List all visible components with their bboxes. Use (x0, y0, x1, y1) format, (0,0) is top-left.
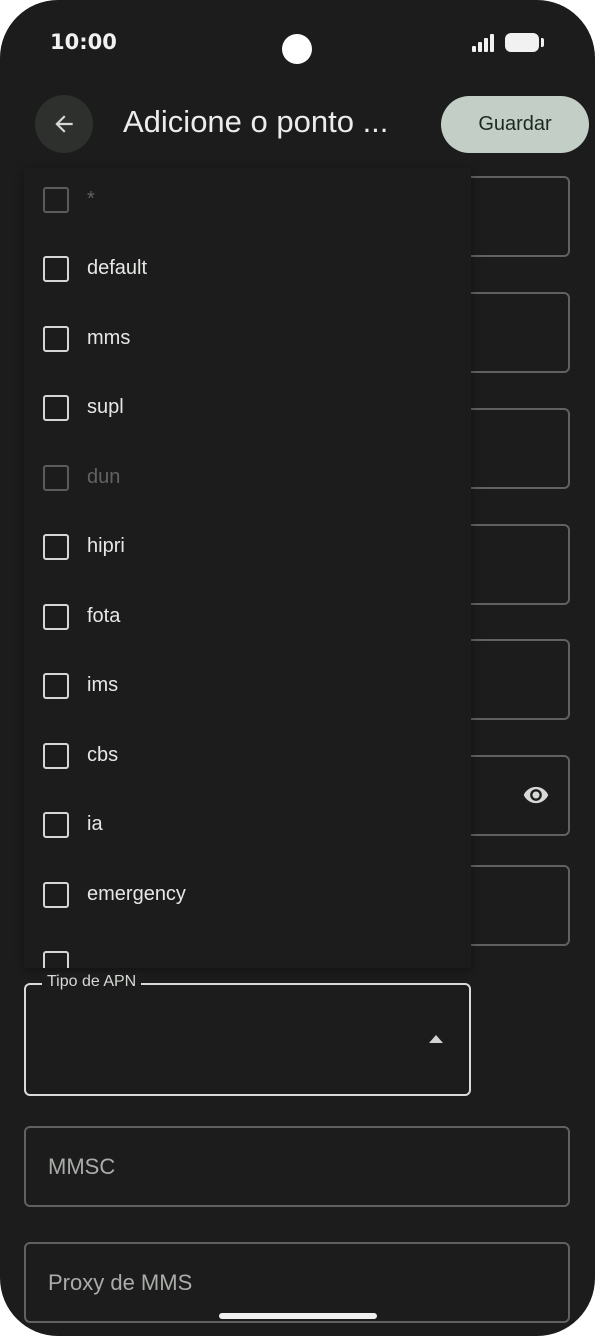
checkbox[interactable] (43, 465, 69, 491)
checkbox[interactable] (43, 673, 69, 699)
signal-icon (472, 34, 498, 52)
menu-item-label: ims (87, 674, 119, 696)
save-button[interactable]: Guardar (441, 96, 589, 153)
apn-type-label: Tipo de APN (42, 973, 142, 991)
checkbox[interactable] (43, 951, 69, 968)
checkbox[interactable] (43, 812, 69, 838)
menu-item-label: fota (87, 605, 121, 627)
eye-icon[interactable] (519, 781, 553, 809)
menu-item-ia[interactable]: ia (24, 793, 471, 862)
mmsc-field[interactable]: MMSC (24, 1126, 570, 1207)
home-indicator[interactable] (219, 1313, 377, 1319)
dropdown-arrow-up-icon[interactable] (429, 1035, 443, 1043)
menu-item-emergency[interactable]: emergency (24, 863, 471, 932)
phone-frame: 10:00 Adicione o ponto ... Guardar * def… (0, 0, 595, 1336)
mms-proxy-placeholder: Proxy de MMS (48, 1270, 193, 1295)
checkbox[interactable] (43, 395, 69, 421)
menu-item-label: hipri (87, 535, 125, 557)
checkbox[interactable] (43, 256, 69, 282)
camera-cutout (282, 34, 312, 64)
battery-tip (541, 38, 544, 47)
menu-item-ims[interactable]: ims (24, 654, 471, 723)
apn-type-menu[interactable]: * default mms supl dun hipri fota ims cb… (24, 168, 471, 968)
menu-item-default[interactable]: default (24, 237, 471, 306)
menu-item-dun[interactable]: dun (24, 446, 471, 515)
menu-item-hipri[interactable]: hipri (24, 515, 471, 584)
menu-item-label: mms (87, 327, 131, 349)
back-button[interactable] (35, 95, 93, 153)
menu-item-fota[interactable]: fota (24, 585, 471, 654)
checkbox[interactable] (43, 534, 69, 560)
page-title: Adicione o ponto ... (123, 104, 389, 139)
menu-item-label: emergency (87, 883, 186, 905)
menu-item-cbs[interactable]: cbs (24, 724, 471, 793)
menu-item-wildcard[interactable]: * (24, 168, 471, 237)
checkbox[interactable] (43, 882, 69, 908)
menu-item-label: default (87, 257, 148, 279)
menu-item-supl[interactable]: supl (24, 376, 471, 445)
checkbox[interactable] (43, 187, 69, 213)
checkbox[interactable] (43, 326, 69, 352)
menu-item-label: supl (87, 396, 124, 418)
mmsc-placeholder: MMSC (48, 1154, 116, 1179)
menu-item-mms[interactable]: mms (24, 307, 471, 376)
mms-proxy-field[interactable]: Proxy de MMS (24, 1242, 570, 1323)
menu-item-label: cbs (87, 744, 119, 766)
menu-item-label: ia (87, 813, 103, 835)
menu-item-label: * (87, 188, 95, 210)
menu-item-partial[interactable] (24, 932, 471, 968)
apn-type-field[interactable]: Tipo de APN (24, 973, 471, 1096)
menu-item-label: dun (87, 466, 121, 488)
status-time: 10:00 (50, 30, 117, 54)
battery-icon (505, 33, 539, 52)
checkbox[interactable] (43, 604, 69, 630)
arrow-back-icon (55, 115, 73, 133)
checkbox[interactable] (43, 743, 69, 769)
